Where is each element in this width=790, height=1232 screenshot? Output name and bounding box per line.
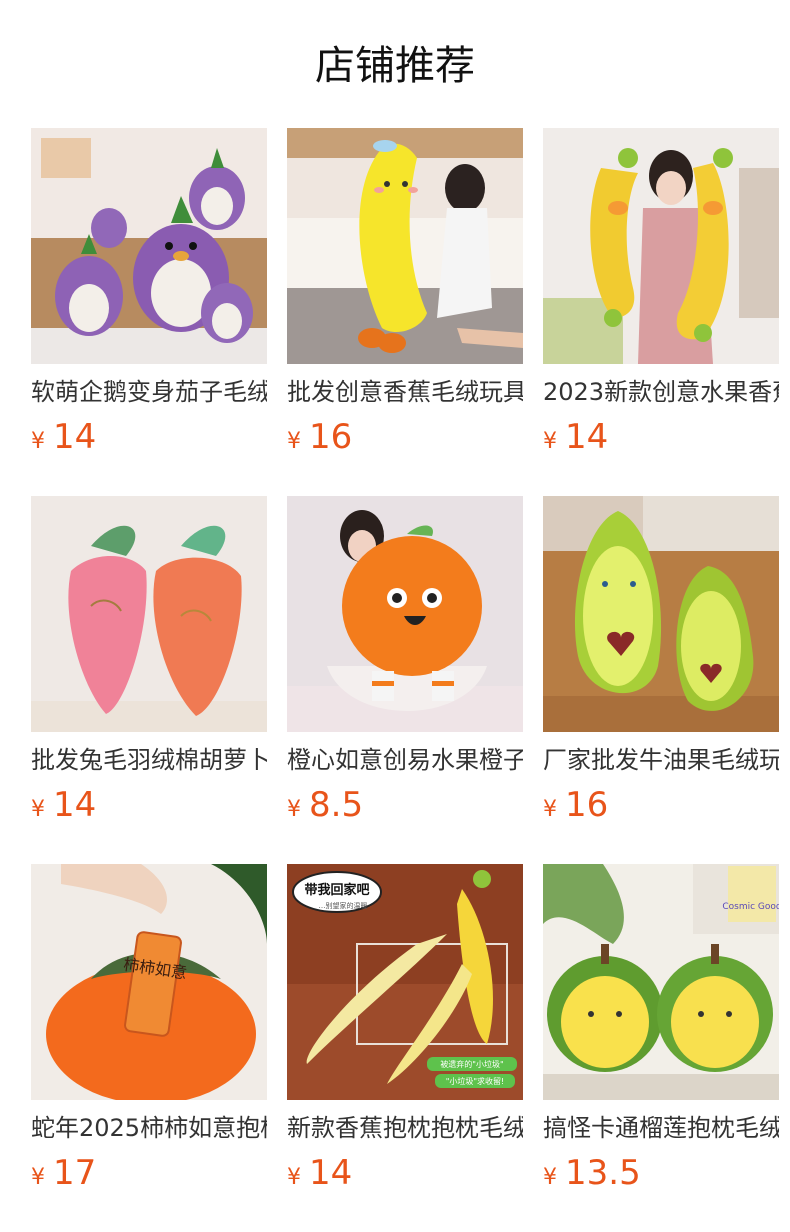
product-price: ¥16: [543, 783, 608, 827]
product-name[interactable]: 橙心如意创易水果橙子: [287, 744, 523, 776]
price-amount: 14: [565, 417, 609, 457]
product-price: ¥14: [31, 415, 96, 459]
product-price: ¥14: [543, 415, 608, 459]
currency-symbol: ¥: [287, 429, 301, 454]
product-name[interactable]: 蛇年2025柿柿如意抱枕: [31, 1112, 267, 1144]
sticker-text-1: 被遗弃的"小垃圾": [440, 1059, 503, 1069]
durian-plush-image[interactable]: Cosmic Good: [543, 864, 779, 1100]
product-card[interactable]: 厂家批发牛油果毛绒玩 ¥16: [543, 496, 779, 826]
currency-symbol: ¥: [31, 797, 45, 822]
product-card[interactable]: 柿柿如意 蛇年2025柿柿如意抱枕 ¥17: [31, 864, 267, 1194]
product-name[interactable]: 批发兔毛羽绒棉胡萝卜: [31, 744, 267, 776]
bubble-text: 带我回家吧: [304, 882, 369, 898]
product-price: ¥8.5: [287, 783, 363, 827]
carrot-plush-image[interactable]: [31, 496, 267, 732]
currency-symbol: ¥: [31, 1165, 45, 1190]
product-card[interactable]: 2023新款创意水果香蕉 ¥14: [543, 128, 779, 458]
product-price: ¥14: [287, 1151, 352, 1195]
currency-symbol: ¥: [31, 429, 45, 454]
product-price: ¥13.5: [543, 1151, 641, 1195]
currency-symbol: ¥: [287, 1165, 301, 1190]
product-name[interactable]: 新款香蕉抱枕抱枕毛绒: [287, 1112, 523, 1144]
price-amount: 14: [53, 785, 97, 825]
persimmon-plush-image[interactable]: 柿柿如意: [31, 864, 267, 1100]
product-card[interactable]: Cosmic Good 搞怪卡通榴莲抱枕毛绒 ¥13.5: [543, 864, 779, 1194]
peeled-banana-plush-image[interactable]: 带我回家吧 …别望家的温暖 被遗弃的"小垃圾" "小垃圾"求收留!: [287, 864, 523, 1100]
bubble-subtext: …别望家的温暖: [319, 901, 368, 910]
purple-penguin-plush-image[interactable]: [31, 128, 267, 364]
product-name[interactable]: 厂家批发牛油果毛绒玩: [543, 744, 779, 776]
product-name[interactable]: 搞怪卡通榴莲抱枕毛绒: [543, 1112, 779, 1144]
product-price: ¥14: [31, 783, 96, 827]
product-name[interactable]: 2023新款创意水果香蕉: [543, 376, 779, 408]
product-card[interactable]: 软萌企鹅变身茄子毛绒 ¥14: [31, 128, 267, 458]
section-title: 店铺推荐: [315, 43, 475, 89]
price-amount: 16: [309, 417, 353, 457]
product-price: ¥17: [31, 1151, 96, 1195]
price-amount: 13.5: [565, 1153, 641, 1193]
banana-plush-image[interactable]: [287, 128, 523, 364]
price-amount: 14: [309, 1153, 353, 1193]
yellow-duck-banana-plush-image[interactable]: [543, 128, 779, 364]
currency-symbol: ¥: [543, 797, 557, 822]
price-amount: 16: [565, 785, 609, 825]
product-name[interactable]: 软萌企鹅变身茄子毛绒: [31, 376, 267, 408]
price-amount: 17: [53, 1153, 97, 1193]
currency-symbol: ¥: [543, 429, 557, 454]
product-card[interactable]: 批发创意香蕉毛绒玩具 ¥16: [287, 128, 523, 458]
product-price: ¥16: [287, 415, 352, 459]
orange-plush-image[interactable]: [287, 496, 523, 732]
product-card[interactable]: 橙心如意创易水果橙子 ¥8.5: [287, 496, 523, 826]
price-amount: 14: [53, 417, 97, 457]
currency-symbol: ¥: [287, 797, 301, 822]
product-card[interactable]: 批发兔毛羽绒棉胡萝卜 ¥14: [31, 496, 267, 826]
avocado-plush-image[interactable]: [543, 496, 779, 732]
price-amount: 8.5: [309, 785, 364, 825]
currency-symbol: ¥: [543, 1165, 557, 1190]
poster-text: Cosmic Good: [722, 902, 779, 912]
sticker-text-2: "小垃圾"求收留!: [446, 1076, 505, 1086]
product-card[interactable]: 带我回家吧 …别望家的温暖 被遗弃的"小垃圾" "小垃圾"求收留! 新款香蕉抱枕…: [287, 864, 523, 1194]
product-name[interactable]: 批发创意香蕉毛绒玩具: [287, 376, 523, 408]
